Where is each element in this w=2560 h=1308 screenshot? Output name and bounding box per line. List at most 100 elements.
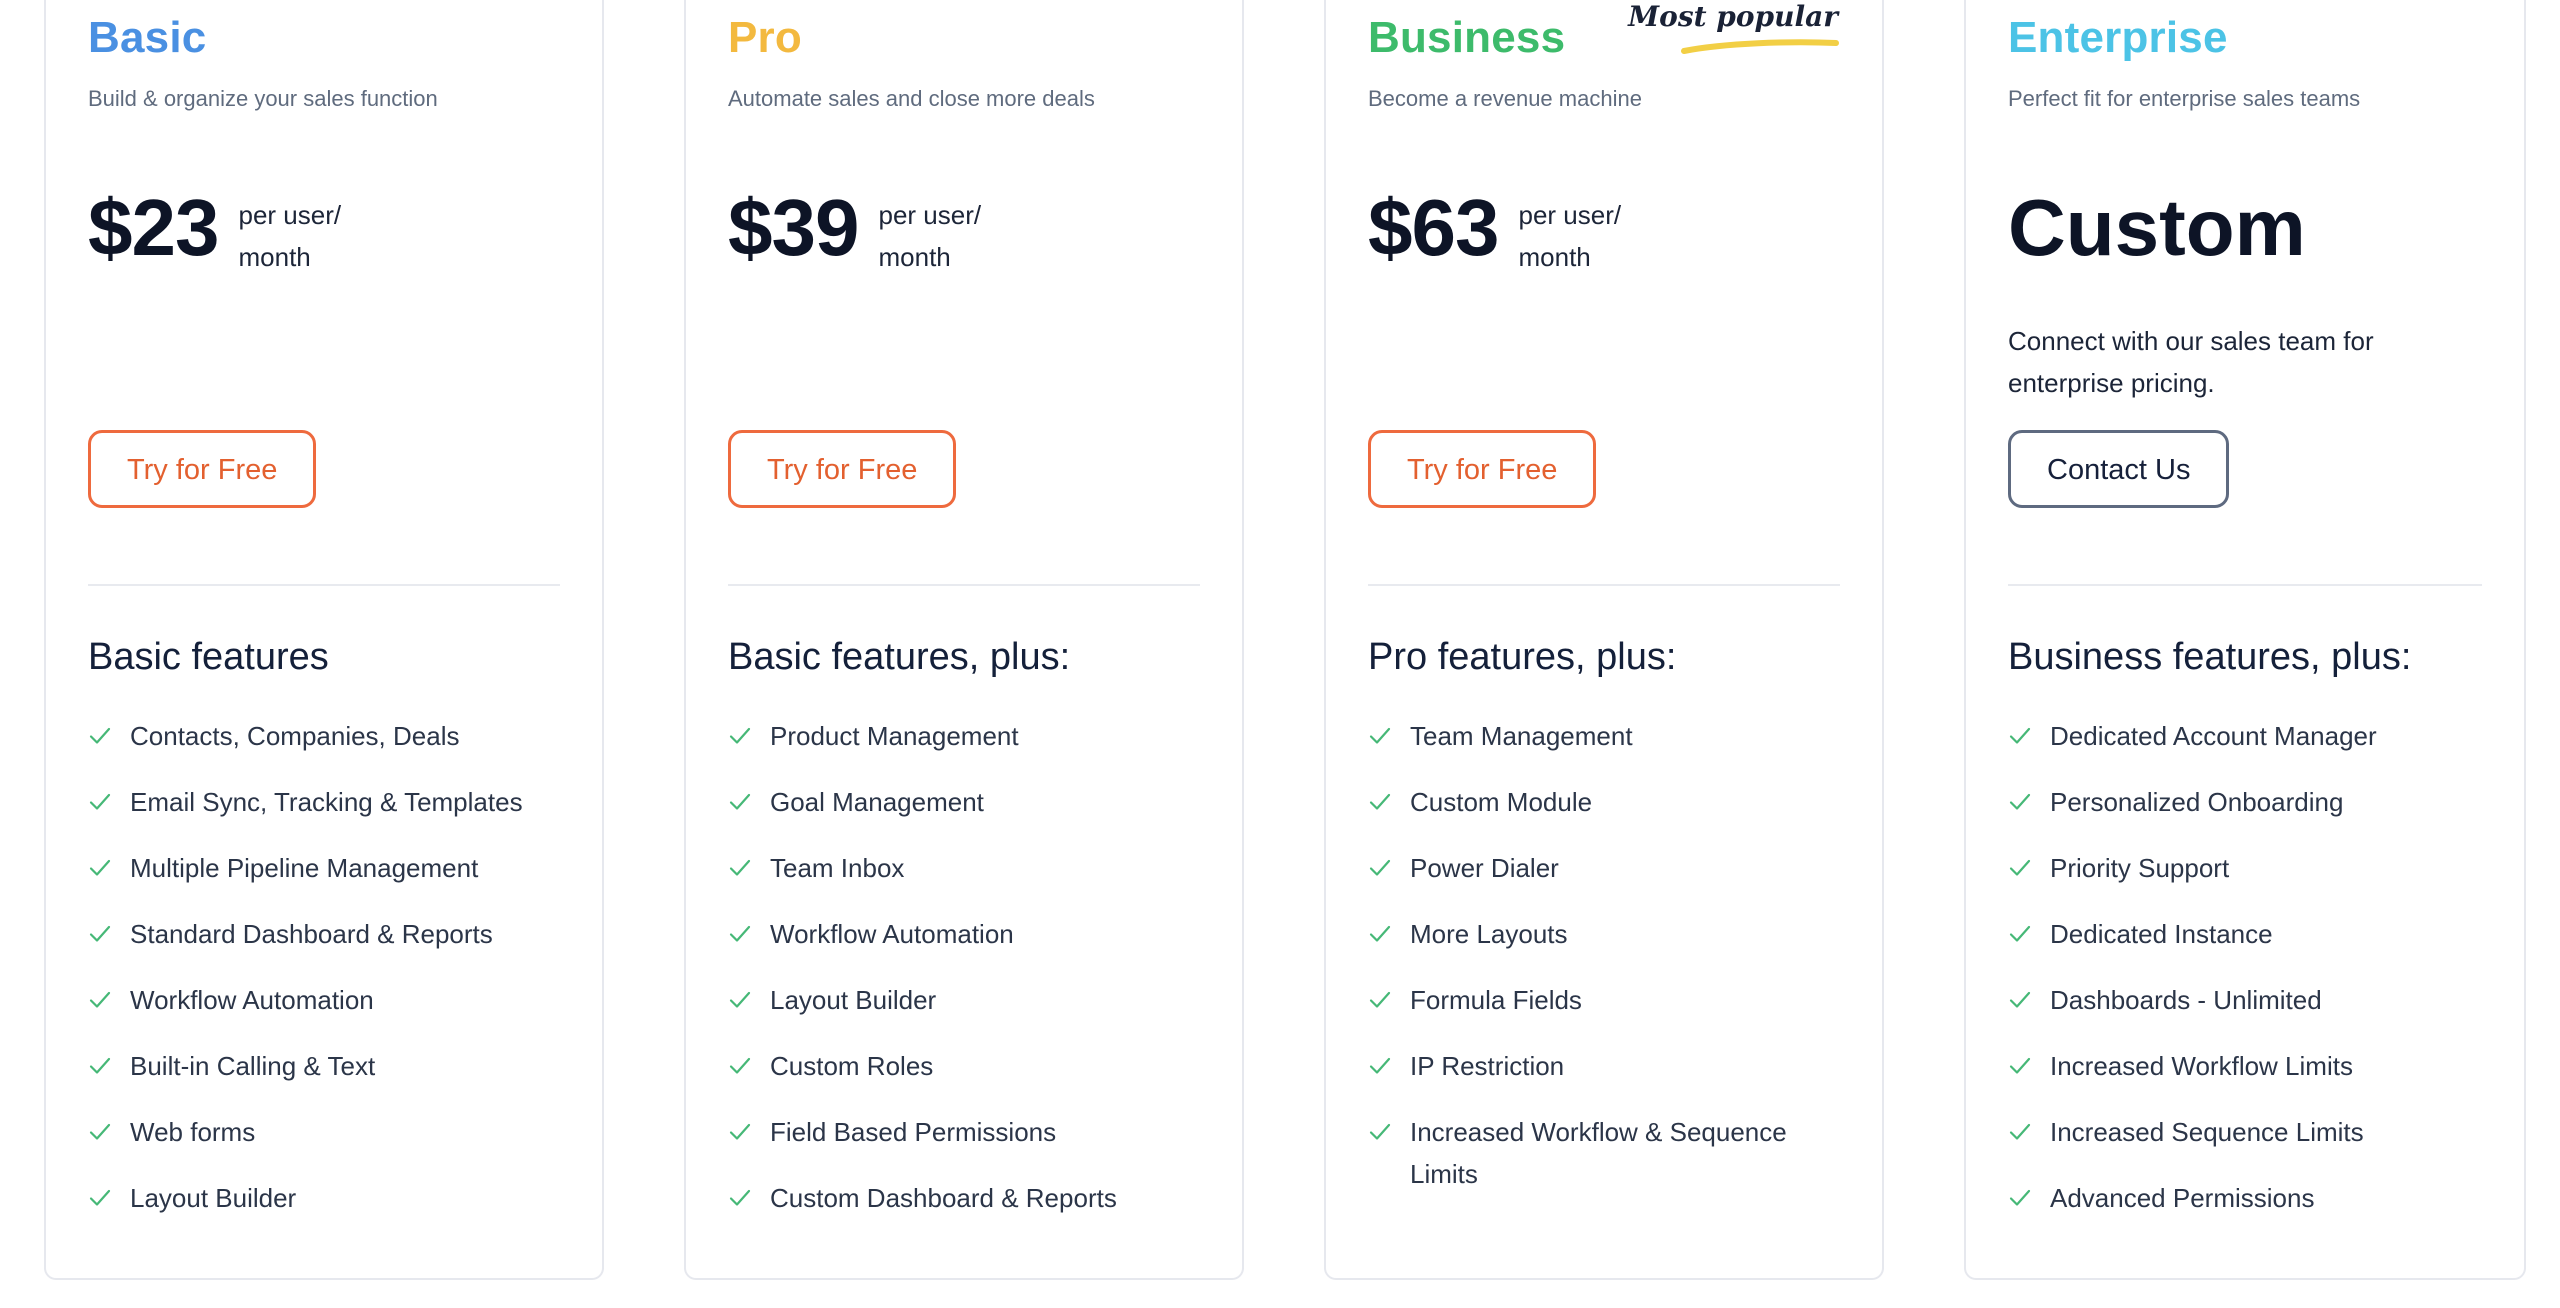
feature-item: More Layouts: [1368, 913, 1840, 955]
feature-label: Standard Dashboard & Reports: [130, 919, 493, 949]
feature-item: Advanced Permissions: [2008, 1177, 2482, 1219]
check-icon: [728, 1111, 770, 1153]
feature-label: Priority Support: [2050, 853, 2230, 883]
feature-item: Personalized Onboarding: [2008, 781, 2482, 823]
feature-label: Dedicated Account Manager: [2050, 721, 2377, 751]
plan-tagline: Build & organize your sales function: [88, 86, 438, 111]
feature-label: Workflow Automation: [130, 985, 374, 1015]
feature-label: Advanced Permissions: [2050, 1183, 2315, 1213]
check-icon: [88, 913, 130, 955]
feature-label: Layout Builder: [770, 985, 937, 1015]
divider: [728, 584, 1200, 586]
feature-item: Priority Support: [2008, 847, 2482, 889]
price-row: $63 per user/ month: [1368, 188, 1638, 278]
price-row: $23 per user/ month: [88, 188, 358, 278]
feature-label: Team Management: [1410, 721, 1633, 751]
feature-label: Team Inbox: [770, 853, 905, 883]
feature-label: Increased Workflow & Sequence Limits: [1410, 1117, 1787, 1189]
feature-label: Goal Management: [770, 787, 984, 817]
feature-label: Multiple Pipeline Management: [130, 853, 479, 883]
price-unit: per user/ month: [1518, 200, 1622, 272]
feature-item: Formula Fields: [1368, 979, 1840, 1021]
plan-name: Basic: [88, 13, 207, 62]
price-unit: per user/ month: [238, 200, 342, 272]
feature-list: Dedicated Account Manager Personalized On…: [2008, 715, 2482, 1243]
feature-item: Power Dialer: [1368, 847, 1840, 889]
feature-item: Team Inbox: [728, 847, 1200, 889]
check-icon: [1368, 715, 1410, 757]
check-icon: [1368, 913, 1410, 955]
feature-label: Contacts, Companies, Deals: [130, 721, 460, 751]
check-icon: [1368, 847, 1410, 889]
feature-item: Standard Dashboard & Reports: [88, 913, 560, 955]
check-icon: [88, 1177, 130, 1219]
feature-item: Custom Dashboard & Reports: [728, 1177, 1200, 1219]
feature-item: Custom Roles: [728, 1045, 1200, 1087]
feature-item: Custom Module: [1368, 781, 1840, 823]
plan-name: Enterprise: [2008, 13, 2228, 62]
feature-label: Dashboards - Unlimited: [2050, 985, 2322, 1015]
check-icon: [2008, 913, 2050, 955]
feature-item: Field Based Permissions: [728, 1111, 1200, 1153]
check-icon: [2008, 715, 2050, 757]
feature-item: Workflow Automation: [728, 913, 1200, 955]
feature-item: Multiple Pipeline Management: [88, 847, 560, 889]
contact-us-button[interactable]: Contact Us: [2008, 430, 2230, 508]
feature-label: Field Based Permissions: [770, 1117, 1057, 1147]
check-icon: [88, 847, 130, 889]
price-unit: per user/ month: [878, 200, 982, 272]
check-icon: [88, 781, 130, 823]
feature-label: Layout Builder: [130, 1183, 297, 1213]
plan-price: Custom: [2008, 183, 2306, 272]
feature-label: Built-in Calling & Text: [130, 1051, 376, 1081]
try-for-free-button[interactable]: Try for Free: [728, 430, 957, 508]
feature-label: Workflow Automation: [770, 919, 1014, 949]
feature-item: Product Management: [728, 715, 1200, 757]
plan-name: Pro: [728, 13, 802, 62]
badge-label: Most popular: [1628, 0, 1838, 33]
check-icon: [1368, 1111, 1410, 1153]
feature-list: Product Management Goal Management Team In…: [728, 715, 1200, 1243]
feature-item: Workflow Automation: [88, 979, 560, 1021]
check-icon: [88, 715, 130, 757]
feature-item: Increased Workflow Limits: [2008, 1045, 2482, 1087]
feature-label: Web forms: [130, 1117, 256, 1147]
check-icon: [728, 781, 770, 823]
feature-label: Power Dialer: [1410, 853, 1559, 883]
plan-price: $63: [1368, 183, 1499, 272]
feature-label: Email Sync, Tracking & Templates: [130, 787, 523, 817]
feature-item: Dedicated Account Manager: [2008, 715, 2482, 757]
feature-item: Dedicated Instance: [2008, 913, 2482, 955]
feature-label: Custom Roles: [770, 1051, 934, 1081]
try-for-free-button[interactable]: Try for Free: [1368, 430, 1597, 508]
check-icon: [2008, 847, 2050, 889]
check-icon: [728, 979, 770, 1021]
feature-item: Contacts, Companies, Deals: [88, 715, 560, 757]
most-popular-badge: Most popular: [1628, 0, 1840, 56]
pricing-note: Connect with our sales team for enterpri…: [2008, 326, 2374, 398]
plan-card-business: Business Most popular Become a revenue m…: [1324, 0, 1884, 1280]
check-icon: [2008, 979, 2050, 1021]
feature-item: Increased Workflow & Sequence Limits: [1368, 1111, 1840, 1195]
feature-label: Increased Workflow Limits: [2050, 1051, 2353, 1081]
feature-item: Web forms: [88, 1111, 560, 1153]
check-icon: [728, 715, 770, 757]
plan-tagline: Automate sales and close more deals: [728, 86, 1095, 111]
check-icon: [1368, 781, 1410, 823]
feature-item: Layout Builder: [728, 979, 1200, 1021]
check-icon: [2008, 1045, 2050, 1087]
divider: [2008, 584, 2482, 586]
plan-name: Business: [1368, 13, 1566, 62]
feature-item: IP Restriction: [1368, 1045, 1840, 1087]
divider: [1368, 584, 1840, 586]
price-row: $39 per user/ month: [728, 188, 998, 278]
feature-label: IP Restriction: [1410, 1051, 1565, 1081]
features-heading: Business features, plus:: [2008, 636, 2412, 678]
feature-label: Custom Dashboard & Reports: [770, 1183, 1117, 1213]
check-icon: [2008, 1177, 2050, 1219]
check-icon: [728, 1045, 770, 1087]
check-icon: [1368, 979, 1410, 1021]
try-for-free-button[interactable]: Try for Free: [88, 430, 317, 508]
feature-label: Formula Fields: [1410, 985, 1582, 1015]
plan-price: $39: [728, 183, 859, 272]
